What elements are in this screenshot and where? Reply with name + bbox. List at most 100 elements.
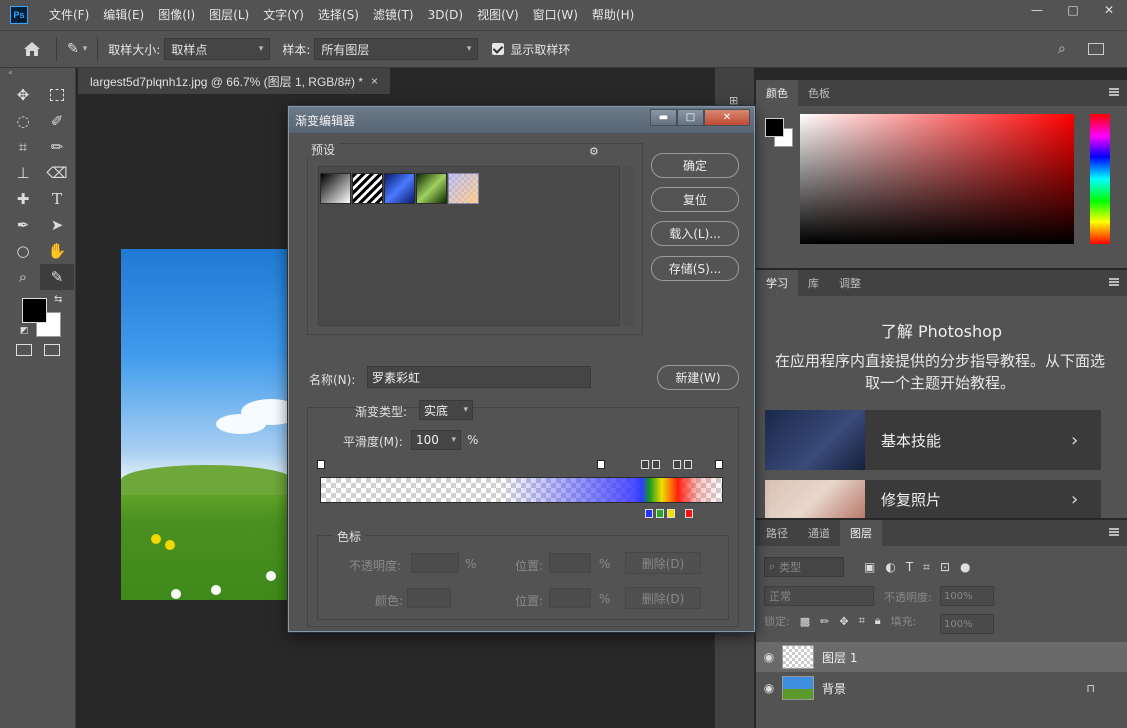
opacity-position-input[interactable] (549, 553, 591, 573)
foreground-color-swatch[interactable] (22, 298, 47, 323)
menu-image[interactable]: 图像(I) (151, 0, 202, 30)
stop-opacity-input[interactable] (411, 553, 459, 573)
preset-swatch[interactable] (352, 173, 383, 204)
menu-layer[interactable]: 图层(L) (202, 0, 256, 30)
lasso-tool-icon[interactable]: ◌ (6, 108, 40, 134)
preset-swatch[interactable] (384, 173, 415, 204)
dialog-maximize-button[interactable]: □ (677, 109, 704, 126)
crop-tool-icon[interactable]: ⌗ (6, 134, 40, 160)
panel-foreground-swatch[interactable] (765, 118, 784, 137)
preset-swatch[interactable] (416, 173, 447, 204)
color-stop[interactable] (645, 509, 653, 518)
swap-colors-icon[interactable]: ⇆ (54, 294, 62, 305)
lock-artboard-icon[interactable]: ⌗ (859, 614, 865, 628)
hand-tool-icon[interactable]: ✋ (40, 238, 74, 264)
eyedropper-tool-icon[interactable]: ✎ (40, 264, 74, 290)
tab-color[interactable]: 颜色 (756, 80, 798, 106)
path-select-tool-icon[interactable]: ➤ (40, 212, 74, 238)
opacity-stop[interactable] (652, 460, 660, 469)
menu-3d[interactable]: 3D(D) (421, 0, 470, 30)
opacity-stop[interactable] (684, 460, 692, 469)
eye-icon[interactable]: ◉ (756, 650, 782, 664)
tab-channels[interactable]: 通道 (798, 520, 840, 546)
move-tool-icon[interactable]: ✥ (6, 82, 40, 108)
lock-position-icon[interactable]: ✥ (839, 615, 848, 628)
screen-mode-icon[interactable] (44, 344, 60, 356)
stamp-tool-icon[interactable]: ⊥ (6, 160, 40, 186)
color-stop[interactable] (685, 509, 693, 518)
color-stop[interactable] (667, 509, 675, 518)
name-field[interactable]: 罗素彩虹 (367, 366, 591, 388)
preset-swatch[interactable] (320, 173, 351, 204)
eraser-tool-icon[interactable]: ⌫ (40, 160, 74, 186)
minimize-button[interactable]: — (1019, 0, 1055, 20)
tab-layers[interactable]: 图层 (840, 520, 882, 546)
presets-list[interactable] (318, 166, 620, 326)
layer-filter-select[interactable]: ⌕ 类型 (764, 557, 844, 577)
smoothness-select[interactable]: 100 ▾ (411, 430, 461, 450)
new-button[interactable]: 新建(W) (657, 365, 739, 390)
presets-scrollbar[interactable] (622, 166, 634, 326)
color-picker-field[interactable] (800, 114, 1074, 244)
opacity-stop[interactable] (597, 460, 605, 469)
ok-button[interactable]: 确定 (651, 153, 739, 178)
pen-tool-icon[interactable]: ✒ (6, 212, 40, 238)
type-tool-icon[interactable]: T (40, 186, 74, 212)
save-button[interactable]: 存储(S)... (651, 256, 739, 281)
color-position-input[interactable] (549, 588, 591, 608)
quick-select-tool-icon[interactable]: ✐ (40, 108, 74, 134)
sample-select[interactable]: 所有图层 ▾ (314, 38, 479, 60)
menu-file[interactable]: 文件(F) (42, 0, 96, 30)
opacity-stop[interactable] (317, 460, 325, 469)
type-filter-icon[interactable]: T (906, 560, 913, 575)
tab-libraries[interactable]: 库 (798, 270, 829, 296)
fill-input[interactable]: 100% (940, 614, 994, 634)
gear-icon[interactable]: ⚙ (589, 145, 599, 158)
tab-paths[interactable]: 路径 (756, 520, 798, 546)
delete-color-stop-button[interactable]: 删除(D) (625, 587, 701, 609)
menu-type[interactable]: 文字(Y) (256, 0, 311, 30)
dialog-close-button[interactable]: ✕ (704, 109, 750, 126)
brush-tool-icon[interactable]: ✏ (40, 134, 74, 160)
collapse-icon[interactable]: « (0, 68, 75, 82)
load-button[interactable]: 载入(L)... (651, 221, 739, 246)
canvas-image[interactable] (121, 249, 293, 600)
marquee-tool-icon[interactable] (40, 82, 74, 108)
lock-all-icon[interactable]: 🔒︎ (875, 614, 881, 628)
layer-row[interactable]: ◉ 背景 ⊓ (756, 673, 1127, 703)
quick-mask-icon[interactable] (16, 344, 32, 356)
tab-swatches[interactable]: 色板 (798, 80, 840, 106)
stop-color-swatch[interactable] (407, 588, 451, 608)
search-icon[interactable]: ⌕ (1058, 41, 1066, 57)
reset-button[interactable]: 复位 (651, 187, 739, 212)
ellipse-tool-icon[interactable]: ○ (6, 238, 40, 264)
color-stop[interactable] (656, 509, 664, 518)
panel-menu-icon[interactable] (1109, 528, 1119, 536)
show-ring-checkbox[interactable] (492, 43, 505, 55)
dialog-titlebar[interactable]: 渐变编辑器 ▬ □ ✕ (289, 107, 754, 133)
default-colors-icon[interactable]: ◩ (20, 326, 29, 336)
lock-image-icon[interactable]: ✏ (820, 615, 829, 628)
smart-object-filter-icon[interactable]: ⊡ (940, 560, 950, 575)
tool-preset-chevron-icon[interactable]: ▾ (83, 44, 88, 54)
opacity-stop[interactable] (673, 460, 681, 469)
healing-tool-icon[interactable]: ✚ (6, 186, 40, 212)
hue-slider[interactable] (1090, 114, 1110, 244)
eyedropper-tool-icon[interactable]: ✎ (67, 41, 79, 57)
shape-filter-icon[interactable]: ⌗ (923, 560, 930, 575)
layer-row[interactable]: ◉ 图层 1 (756, 642, 1127, 672)
pixel-filter-icon[interactable]: ▣ (864, 560, 875, 575)
gradient-type-select[interactable]: 实底 ▾ (419, 400, 473, 420)
gradient-preview-bar[interactable] (320, 477, 723, 503)
learn-card-basic-skills[interactable]: 基本技能 › (765, 410, 1101, 470)
opacity-input[interactable]: 100% (940, 586, 994, 606)
sample-size-select[interactable]: 取样点 ▾ (164, 38, 271, 60)
preset-swatch-selected[interactable] (448, 173, 479, 204)
workspace-icon[interactable] (1088, 43, 1104, 55)
close-button[interactable]: ✕ (1091, 0, 1127, 20)
eye-icon[interactable]: ◉ (756, 681, 782, 695)
opacity-stop[interactable] (641, 460, 649, 469)
lock-transparent-icon[interactable]: ▩ (800, 615, 810, 628)
opacity-stop[interactable] (715, 460, 723, 469)
tab-adjustments[interactable]: 调整 (829, 270, 871, 296)
